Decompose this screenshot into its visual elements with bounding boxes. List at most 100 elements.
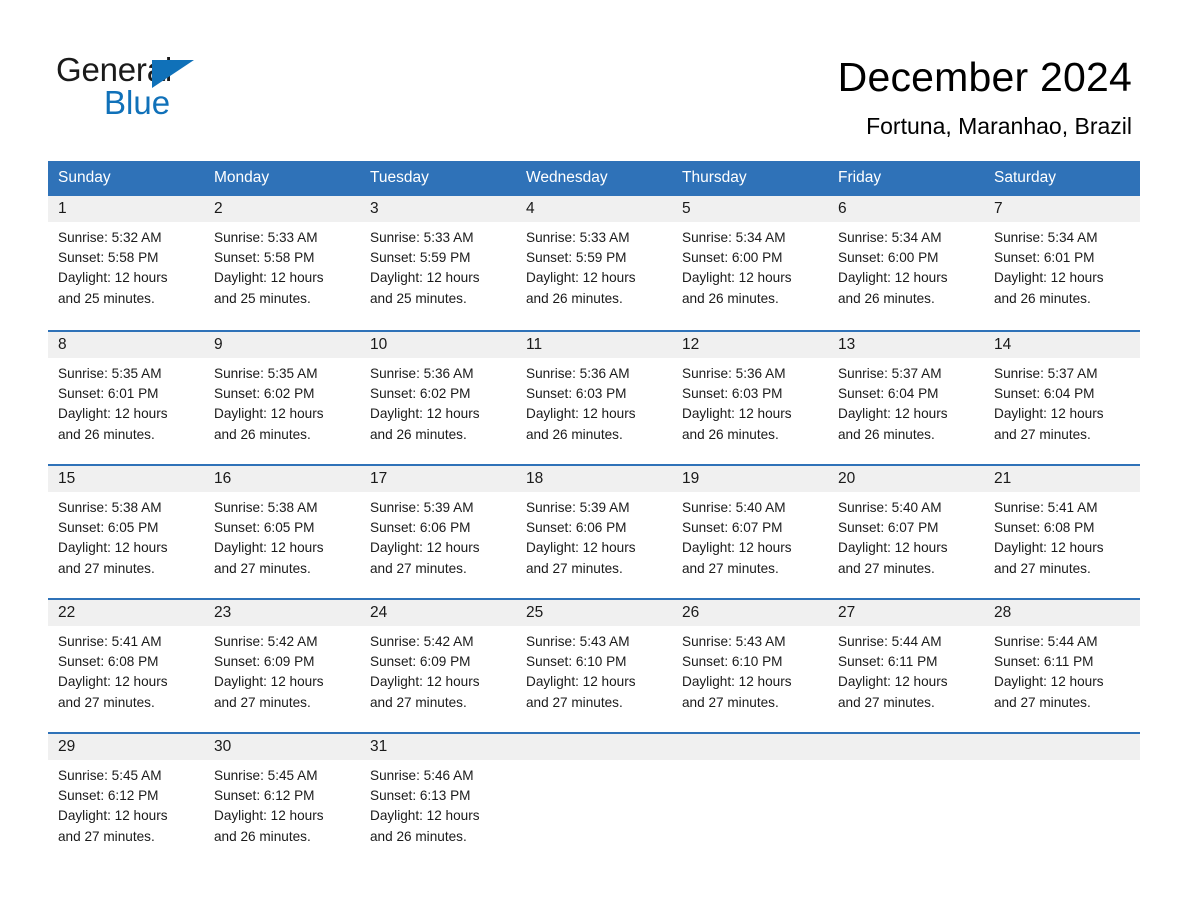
- calendar-day-cell: [984, 732, 1140, 866]
- calendar-day-cell[interactable]: 13 Sunrise: 5:37 AM Sunset: 6:04 PM Dayligh…: [828, 330, 984, 464]
- calendar-day-cell[interactable]: 3 Sunrise: 5:33 AM Sunset: 5:59 PM Daylight…: [360, 196, 516, 330]
- calendar-day-cell[interactable]: 9 Sunrise: 5:35 AM Sunset: 6:02 PM Daylight…: [204, 330, 360, 464]
- day-details: Sunrise: 5:35 AM Sunset: 6:01 PM Daylight:…: [48, 358, 204, 445]
- calendar-day-cell[interactable]: 2 Sunrise: 5:33 AM Sunset: 5:58 PM Daylight…: [204, 196, 360, 330]
- day-cell-inner: 28 Sunrise: 5:44 AM Sunset: 6:11 PM Dayligh…: [984, 598, 1140, 732]
- day-details: Sunrise: 5:39 AM Sunset: 6:06 PM Daylight:…: [516, 492, 672, 579]
- calendar-head: Sunday Monday Tuesday Wednesday Thursday…: [48, 161, 1140, 196]
- calendar-day-cell[interactable]: 30 Sunrise: 5:45 AM Sunset: 6:12 PM Dayligh…: [204, 732, 360, 866]
- calendar-day-cell[interactable]: 1 Sunrise: 5:32 AM Sunset: 5:58 PM Daylight…: [48, 196, 204, 330]
- sunrise-text: Sunrise: 5:37 AM: [994, 366, 1098, 381]
- calendar-day-cell[interactable]: 25 Sunrise: 5:43 AM Sunset: 6:10 PM Dayligh…: [516, 598, 672, 732]
- day-number: 12: [672, 332, 828, 358]
- day-details: Sunrise: 5:37 AM Sunset: 6:04 PM Daylight:…: [828, 358, 984, 445]
- day-cell-inner: 17 Sunrise: 5:39 AM Sunset: 6:06 PM Dayligh…: [360, 464, 516, 598]
- sunrise-text: Sunrise: 5:41 AM: [58, 634, 162, 649]
- daylight-text: Daylight: 12 hours and 26 minutes.: [682, 270, 792, 306]
- day-number: 24: [360, 600, 516, 626]
- day-details: Sunrise: 5:42 AM Sunset: 6:09 PM Daylight:…: [204, 626, 360, 713]
- daylight-text: Daylight: 12 hours and 25 minutes.: [58, 270, 168, 306]
- calendar-day-cell[interactable]: 26 Sunrise: 5:43 AM Sunset: 6:10 PM Dayligh…: [672, 598, 828, 732]
- day-details: Sunrise: 5:44 AM Sunset: 6:11 PM Daylight:…: [984, 626, 1140, 713]
- calendar-day-cell[interactable]: 28 Sunrise: 5:44 AM Sunset: 6:11 PM Dayligh…: [984, 598, 1140, 732]
- day-cell-inner: 23 Sunrise: 5:42 AM Sunset: 6:09 PM Dayligh…: [204, 598, 360, 732]
- calendar-day-cell[interactable]: 10 Sunrise: 5:36 AM Sunset: 6:02 PM Dayligh…: [360, 330, 516, 464]
- calendar-day-cell[interactable]: 31 Sunrise: 5:46 AM Sunset: 6:13 PM Dayligh…: [360, 732, 516, 866]
- calendar-day-cell[interactable]: 27 Sunrise: 5:44 AM Sunset: 6:11 PM Dayligh…: [828, 598, 984, 732]
- day-cell-inner: 31 Sunrise: 5:46 AM Sunset: 6:13 PM Dayligh…: [360, 732, 516, 866]
- day-cell-inner: 2 Sunrise: 5:33 AM Sunset: 5:58 PM Daylight…: [204, 196, 360, 330]
- sunset-text: Sunset: 6:01 PM: [994, 250, 1095, 266]
- calendar-day-cell[interactable]: 17 Sunrise: 5:39 AM Sunset: 6:06 PM Dayligh…: [360, 464, 516, 598]
- sunrise-text: Sunrise: 5:43 AM: [682, 634, 786, 649]
- calendar-day-cell[interactable]: 6 Sunrise: 5:34 AM Sunset: 6:00 PM Daylight…: [828, 196, 984, 330]
- sunrise-text: Sunrise: 5:40 AM: [682, 500, 786, 515]
- day-cell-inner: 9 Sunrise: 5:35 AM Sunset: 6:02 PM Daylight…: [204, 330, 360, 464]
- calendar-day-cell[interactable]: 23 Sunrise: 5:42 AM Sunset: 6:09 PM Dayligh…: [204, 598, 360, 732]
- day-cell-inner: 12 Sunrise: 5:36 AM Sunset: 6:03 PM Dayligh…: [672, 330, 828, 464]
- calendar-day-cell[interactable]: 22 Sunrise: 5:41 AM Sunset: 6:08 PM Dayligh…: [48, 598, 204, 732]
- calendar-week-row: 15 Sunrise: 5:38 AM Sunset: 6:05 PM Dayligh…: [48, 464, 1140, 598]
- weekday-header-tuesday: Tuesday: [360, 161, 516, 196]
- daylight-text: Daylight: 12 hours and 27 minutes.: [526, 540, 636, 576]
- calendar-day-cell[interactable]: 4 Sunrise: 5:33 AM Sunset: 5:59 PM Daylight…: [516, 196, 672, 330]
- calendar-week-row: 29 Sunrise: 5:45 AM Sunset: 6:12 PM Dayligh…: [48, 732, 1140, 866]
- calendar-day-cell[interactable]: 24 Sunrise: 5:42 AM Sunset: 6:09 PM Dayligh…: [360, 598, 516, 732]
- sunset-text: Sunset: 5:58 PM: [214, 250, 315, 266]
- day-details: Sunrise: 5:33 AM Sunset: 5:58 PM Daylight:…: [204, 222, 360, 309]
- calendar-day-cell[interactable]: 5 Sunrise: 5:34 AM Sunset: 6:00 PM Daylight…: [672, 196, 828, 330]
- day-number: 28: [984, 600, 1140, 626]
- calendar-day-cell[interactable]: 16 Sunrise: 5:38 AM Sunset: 6:05 PM Dayligh…: [204, 464, 360, 598]
- sunrise-text: Sunrise: 5:35 AM: [58, 366, 162, 381]
- calendar-day-cell[interactable]: 21 Sunrise: 5:41 AM Sunset: 6:08 PM Dayligh…: [984, 464, 1140, 598]
- day-number: 16: [204, 466, 360, 492]
- calendar-day-cell[interactable]: 20 Sunrise: 5:40 AM Sunset: 6:07 PM Dayligh…: [828, 464, 984, 598]
- calendar-day-cell[interactable]: 19 Sunrise: 5:40 AM Sunset: 6:07 PM Dayligh…: [672, 464, 828, 598]
- sunrise-text: Sunrise: 5:36 AM: [682, 366, 786, 381]
- day-number: [984, 734, 1140, 760]
- day-cell-inner: 29 Sunrise: 5:45 AM Sunset: 6:12 PM Dayligh…: [48, 732, 204, 866]
- day-number: [516, 734, 672, 760]
- day-number: 10: [360, 332, 516, 358]
- weekday-header-wednesday: Wednesday: [516, 161, 672, 196]
- day-details: Sunrise: 5:34 AM Sunset: 6:00 PM Daylight:…: [672, 222, 828, 309]
- day-cell-inner: 1 Sunrise: 5:32 AM Sunset: 5:58 PM Daylight…: [48, 196, 204, 330]
- day-number: 3: [360, 196, 516, 222]
- day-details: Sunrise: 5:36 AM Sunset: 6:03 PM Daylight:…: [672, 358, 828, 445]
- daylight-text: Daylight: 12 hours and 25 minutes.: [214, 270, 324, 306]
- calendar-day-cell[interactable]: 15 Sunrise: 5:38 AM Sunset: 6:05 PM Dayligh…: [48, 464, 204, 598]
- sunrise-text: Sunrise: 5:39 AM: [526, 500, 630, 515]
- day-details: Sunrise: 5:39 AM Sunset: 6:06 PM Daylight:…: [360, 492, 516, 579]
- calendar-day-cell[interactable]: 11 Sunrise: 5:36 AM Sunset: 6:03 PM Dayligh…: [516, 330, 672, 464]
- calendar-day-cell[interactable]: 18 Sunrise: 5:39 AM Sunset: 6:06 PM Dayligh…: [516, 464, 672, 598]
- daylight-text: Daylight: 12 hours and 26 minutes.: [682, 406, 792, 442]
- calendar-day-cell[interactable]: 14 Sunrise: 5:37 AM Sunset: 6:04 PM Dayligh…: [984, 330, 1140, 464]
- calendar-day-cell[interactable]: 12 Sunrise: 5:36 AM Sunset: 6:03 PM Dayligh…: [672, 330, 828, 464]
- sunrise-text: Sunrise: 5:39 AM: [370, 500, 474, 515]
- day-cell-inner: 7 Sunrise: 5:34 AM Sunset: 6:01 PM Daylight…: [984, 196, 1140, 330]
- day-details: Sunrise: 5:43 AM Sunset: 6:10 PM Daylight:…: [516, 626, 672, 713]
- daylight-text: Daylight: 12 hours and 27 minutes.: [994, 406, 1104, 442]
- daylight-text: Daylight: 12 hours and 26 minutes.: [58, 406, 168, 442]
- day-cell-inner: 22 Sunrise: 5:41 AM Sunset: 6:08 PM Dayligh…: [48, 598, 204, 732]
- day-details: Sunrise: 5:41 AM Sunset: 6:08 PM Daylight:…: [48, 626, 204, 713]
- day-cell-inner: 21 Sunrise: 5:41 AM Sunset: 6:08 PM Dayligh…: [984, 464, 1140, 598]
- sunrise-text: Sunrise: 5:46 AM: [370, 768, 474, 783]
- calendar-day-cell[interactable]: 7 Sunrise: 5:34 AM Sunset: 6:01 PM Daylight…: [984, 196, 1140, 330]
- sunset-text: Sunset: 6:02 PM: [214, 386, 315, 402]
- sunset-text: Sunset: 6:04 PM: [994, 386, 1095, 402]
- sunrise-text: Sunrise: 5:38 AM: [58, 500, 162, 515]
- daylight-text: Daylight: 12 hours and 27 minutes.: [58, 808, 168, 844]
- day-number: 18: [516, 466, 672, 492]
- day-details: Sunrise: 5:35 AM Sunset: 6:02 PM Daylight:…: [204, 358, 360, 445]
- calendar-day-cell[interactable]: 29 Sunrise: 5:45 AM Sunset: 6:12 PM Dayligh…: [48, 732, 204, 866]
- day-number: 23: [204, 600, 360, 626]
- calendar-day-cell[interactable]: 8 Sunrise: 5:35 AM Sunset: 6:01 PM Daylight…: [48, 330, 204, 464]
- day-number: 5: [672, 196, 828, 222]
- day-cell-inner: [984, 732, 1140, 866]
- sunset-text: Sunset: 6:01 PM: [58, 386, 159, 402]
- page-subtitle: Fortuna, Maranhao, Brazil: [866, 113, 1132, 139]
- daylight-text: Daylight: 12 hours and 27 minutes.: [370, 540, 480, 576]
- logo-text-blue: Blue: [104, 84, 171, 121]
- day-number: 14: [984, 332, 1140, 358]
